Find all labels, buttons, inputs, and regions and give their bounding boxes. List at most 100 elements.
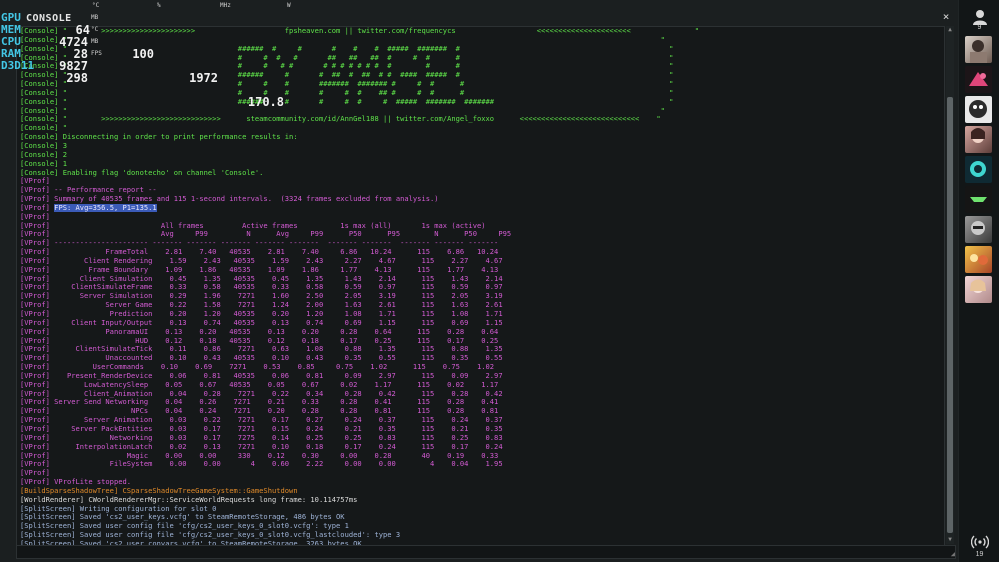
broadcast-count: 19 [975,551,984,558]
console-line-text: [Console] 3 [20,141,67,150]
broadcast-icon[interactable] [970,534,990,550]
overlay-cpu-temp-unit: °C [91,26,99,33]
command-input[interactable]: ◢ [16,545,956,559]
console-line-text: [VProf] HUD 0.12 0.18 40535 0.12 0.18 0.… [20,336,499,345]
console-line-text: [Console] 2 [20,150,67,159]
console-line: [WorldRenderer] CWorldRendererMgr::Servi… [20,496,940,505]
console-line-text: [VProf] Magic 0.00 0.00 330 0.12 0.30 0.… [20,451,499,460]
console-line-text: [VProf] -- Performance report -- [20,186,157,195]
console-line-text: [Console] " # # # ####### ####### # # # … [20,80,674,89]
console-line-text: [VProf] Client_Animation 0.04 0.28 7271 … [20,389,503,398]
scroll-up-icon[interactable]: ▲ [946,26,954,34]
console-line-text: [SplitScreen] Saved user config file 'cf… [20,531,401,540]
overlay-ram-unit: MB [91,38,99,45]
overlay-gpu-clock: 1972 [189,71,218,85]
console-line-text: [Console] " " [20,106,665,115]
console-line-text: [VProf] Server Simulation 0.29 1.96 7271… [20,292,503,301]
console-line: [Console] " ###### # # ## # ## # # #### … [20,71,940,80]
console-line: [VProf] ClientSimulateTick 0.11 0.86 727… [20,345,940,354]
console-line: [Console] 1 [20,160,940,169]
scroll-thumb[interactable] [947,97,953,533]
console-line-text: [VProf] [20,203,55,212]
friend-avatar[interactable] [965,186,992,213]
console-line-text: [Console] " [20,124,67,133]
console-line: [VProf] Magic 0.00 0.00 330 0.12 0.30 0.… [20,452,940,461]
console-line: [Console] " # # # # # # ## # # # # " [20,89,940,98]
console-line: [VProf] HUD 0.12 0.18 40535 0.12 0.18 0.… [20,337,940,346]
console-line-text: [VProf] UserCommands 0.10 0.69 7271 0.53… [20,363,495,372]
console-line: [VProf] Frame Boundary 1.09 1.86 40535 1… [20,266,940,275]
console-line-text: [BuildSparseShadowTree] CSparseShadowTre… [20,486,298,495]
overlay-ram-row: RAM 9827 MB [0,36,98,72]
console-line: [VProf] Server PackEntities 0.03 0.17 72… [20,425,940,434]
console-line-text: [VProf] Networking 0.03 0.17 7275 0.14 0… [20,433,503,442]
console-line: [SplitScreen] Writing configuration for … [20,505,940,514]
console-line: [VProf] Client Simulation 0.45 1.35 4053… [20,275,940,284]
console-line: [Console] " ###### # # # # # ##### #####… [20,98,940,107]
performance-overlay: GPU 64 °C 100 % 1972 MHz 170.8 W MEM 472… [0,0,330,108]
console-line-text: [VProf] [20,212,50,221]
console-line: [VProf] LowLatencySleep 0.05 0.67 40535 … [20,381,940,390]
console-line: [SplitScreen] Saved user config file 'cf… [20,522,940,531]
console-line: [VProf] [20,469,940,478]
console-line: [VProf] VProfLite stopped. [20,478,940,487]
console-line-text: [VProf] [20,469,50,478]
console-line-text: [VProf] Client Input/Output 0.13 0.74 40… [20,318,503,327]
overlay-gpu-power-unit: W [287,2,291,9]
console-line-text: [VProf] Avg P99 N Avg P99 P50 P95 N P50 … [20,230,512,239]
overlay-gpu-load-unit: % [157,2,161,9]
friend-avatar[interactable] [965,246,992,273]
friend-avatar[interactable] [965,126,992,153]
console-line: [VProf] Server Simulation 0.29 1.96 7271… [20,292,940,301]
friend-avatar[interactable] [965,96,992,123]
console-line-text: [VProf] Unaccounted 0.10 0.43 40535 0.10… [20,354,503,363]
console-line: [VProf] Client Rendering 1.59 2.43 40535… [20,257,940,266]
console-line-text: [SplitScreen] Writing configuration for … [20,504,217,513]
console-line-text: [VProf] Present_RenderDevice 0.06 0.81 4… [20,371,503,380]
console-line: [VProf] FrameTotal 2.81 7.40 40535 2.81 … [20,248,940,257]
console-line: [Console] Enabling flag 'donotecho' on c… [20,169,940,178]
console-line-text: [VProf] Summary of 40535 frames and 115 … [20,195,439,204]
console-line: [VProf] Client_Animation 0.04 0.28 7271 … [20,390,940,399]
console-line-text: [VProf] Server Game 0.22 1.58 7271 1.24 … [20,301,503,310]
overlay-mem-row: MEM 4724 MB [0,12,98,48]
friend-avatar[interactable] [965,36,992,63]
console-line: [VProf] Present_RenderDevice 0.06 0.81 4… [20,372,940,381]
console-line-text: [VProf] ---------------------- ------- -… [20,239,499,248]
console-line-text: [VProf] [20,177,50,186]
console-line-text: [Console] " # # # # # # # # # # # # # # … [20,62,674,71]
console-line-text: [Console] " ###### # # # # # ##### #####… [20,97,674,106]
overlay-gpu-load: 100 [132,47,154,61]
console-line: [Console] " # # # ####### ####### # # # … [20,80,940,89]
console-line: [VProf] Prediction 0.20 1.20 40535 0.20 … [20,310,940,319]
console-line-text: [SplitScreen] Saved 'cs2_user_keys.vcfg'… [20,513,345,522]
console-line-text: [Console] " >>>>>>>>>>>>>>>>>>>>>>>>>>>>… [20,115,661,124]
scrollbar[interactable]: ▲ ▼ [946,26,954,544]
console-log[interactable]: [Console] " >>>>>>>>>>>>>>>>>>>>>> fpshe… [16,26,945,546]
friend-avatar[interactable] [965,276,992,303]
overlay-d3d-label: D3D11 [1,59,35,72]
console-line-text: [VProf] Frame Boundary 1.09 1.86 40535 1… [20,265,499,274]
friend-avatar[interactable] [965,156,992,183]
resize-grip-icon[interactable]: ◢ [947,550,955,558]
friend-avatar[interactable] [965,66,992,93]
console-line: [Console] Disconnecting in order to prin… [20,133,940,142]
console-line: [VProf] ---------------------- ------- -… [20,239,940,248]
console-line-text: [Console] " # # # # # # ## # # # # " [20,88,674,97]
console-line: [Console] 2 [20,151,940,160]
scroll-down-icon[interactable]: ▼ [946,536,954,544]
friends-panel: 9 19 [958,0,999,562]
console-line-text: [SplitScreen] Saved user config file 'cf… [20,522,349,531]
console-line: [BuildSparseShadowTree] CSparseShadowTre… [20,487,940,496]
console-line-text: [VProf] LowLatencySleep 0.05 0.67 40535 … [20,380,499,389]
friend-avatar[interactable] [965,216,992,243]
overlay-gpu-clock-unit: MHz [220,2,231,9]
overlay-gpu-power: 170.8 [247,95,284,109]
console-line-text: [VProf] PanoramaUI 0.13 0.20 40535 0.13 … [20,327,499,336]
console-line: [VProf] Summary of 40535 frames and 115 … [20,195,940,204]
console-line-text: [VProf] Client Rendering 1.59 2.43 40535… [20,256,503,265]
console-line: [SplitScreen] Saved 'cs2_user_keys.vcfg'… [20,513,940,522]
close-button[interactable]: × [940,11,952,23]
console-line-text: [VProf] InterpolationLatch 0.02 0.13 727… [20,442,503,451]
console-line-text: [VProf] ClientSimulateTick 0.11 0.86 727… [20,345,503,354]
